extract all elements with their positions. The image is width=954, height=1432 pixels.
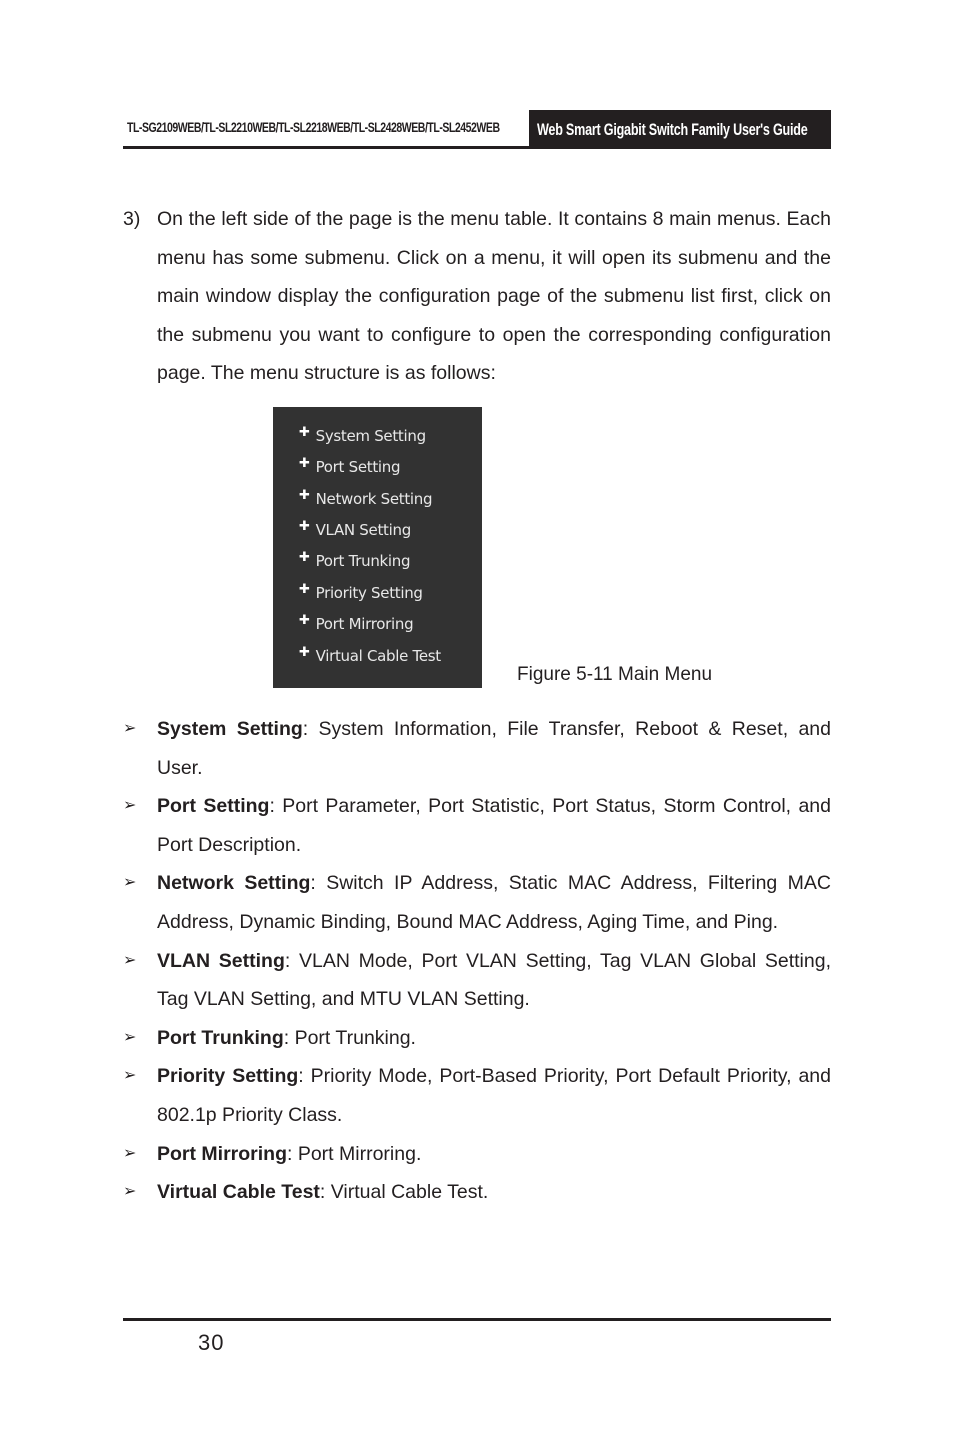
- plus-icon: ✚: [299, 612, 310, 628]
- description-term: System Setting: [157, 718, 303, 740]
- menu-item-label: Network Setting: [315, 490, 433, 508]
- footer-rule: [123, 1318, 831, 1321]
- menu-item-system-setting[interactable]: ✚ System Setting: [299, 422, 426, 450]
- menu-item-label: Port Trunking: [315, 552, 411, 570]
- arrow-bullet-icon: ➢: [123, 720, 137, 737]
- menu-item-label: Virtual Cable Test: [315, 647, 442, 665]
- description-priority-setting: ➢ Priority Setting: Priority Mode, Port-…: [123, 1057, 831, 1134]
- arrow-bullet-icon: ➢: [123, 1144, 137, 1162]
- menu-item-label: System Setting: [315, 427, 427, 445]
- plus-icon: ✚: [299, 581, 310, 597]
- header-title-box: Web Smart Gigabit Switch Family User's G…: [529, 110, 831, 148]
- plus-icon: ✚: [299, 424, 310, 440]
- intro-number: 3): [123, 208, 141, 230]
- description-virtual-cable-test: ➢ Virtual Cable Test: Virtual Cable Test…: [123, 1173, 831, 1212]
- description-term: Priority Setting: [157, 1065, 299, 1088]
- menu-item-port-trunking[interactable]: ✚ Port Trunking: [299, 547, 411, 575]
- menu-item-priority-setting[interactable]: ✚ Priority Setting: [299, 579, 423, 607]
- arrow-bullet-icon: ➢: [123, 1028, 137, 1046]
- main-menu-figure: ✚ System Setting ✚ Port Setting ✚ Networ…: [273, 407, 482, 688]
- description-term: Virtual Cable Test: [157, 1181, 320, 1204]
- arrow-bullet-icon: ➢: [123, 1183, 137, 1201]
- description-term: Port Setting: [157, 795, 270, 818]
- description-port-trunking: ➢ Port Trunking: Port Trunking.: [123, 1019, 831, 1058]
- plus-icon: ✚: [299, 518, 310, 534]
- arrow-bullet-icon: ➢: [123, 797, 137, 815]
- menu-item-label: Priority Setting: [315, 584, 423, 602]
- menu-item-label: Port Mirroring: [315, 615, 414, 633]
- menu-item-label: Port Setting: [315, 458, 401, 476]
- arrow-bullet-icon: ➢: [123, 951, 137, 969]
- arrow-bullet-icon: ➢: [123, 1067, 137, 1085]
- menu-item-network-setting[interactable]: ✚ Network Setting: [299, 485, 433, 513]
- figure-caption: Figure 5-11 Main Menu: [517, 664, 713, 685]
- description-text: : Port Mirroring.: [287, 1142, 422, 1165]
- description-term: Port Trunking: [157, 1026, 284, 1049]
- description-term: Port Mirroring: [157, 1142, 287, 1165]
- header-rule: [123, 146, 831, 149]
- description-system-setting: ➢ System Setting: System Information, Fi…: [123, 710, 831, 787]
- menu-item-label: VLAN Setting: [315, 521, 412, 539]
- description-term: Network Setting: [157, 872, 311, 895]
- menu-item-port-setting[interactable]: ✚ Port Setting: [299, 453, 401, 481]
- arrow-bullet-icon: ➢: [123, 874, 137, 892]
- menu-item-virtual-cable-test[interactable]: ✚ Virtual Cable Test: [299, 642, 441, 670]
- description-port-mirroring: ➢ Port Mirroring: Port Mirroring.: [123, 1135, 831, 1174]
- plus-icon: ✚: [299, 455, 310, 471]
- header-models: TL-SG2109WEB/TL-SL2210WEB/TL-SL2218WEB/T…: [127, 120, 500, 135]
- description-vlan-setting: ➢ VLAN Setting: VLAN Mode, Port VLAN Set…: [123, 942, 831, 1019]
- menu-item-vlan-setting[interactable]: ✚ VLAN Setting: [299, 516, 411, 544]
- description-text: : Virtual Cable Test.: [319, 1181, 489, 1204]
- menu-item-port-mirroring[interactable]: ✚ Port Mirroring: [299, 610, 414, 638]
- description-port-setting: ➢ Port Setting: Port Parameter, Port Sta…: [123, 787, 831, 864]
- description-text: : Port Trunking.: [283, 1026, 416, 1049]
- page-header: TL-SG2109WEB/TL-SL2210WEB/TL-SL2218WEB/T…: [123, 110, 831, 150]
- intro-text: On the left side of the page is the menu…: [157, 208, 831, 385]
- plus-icon: ✚: [299, 549, 310, 565]
- intro-paragraph: 3) On the left side of the page is the m…: [123, 200, 831, 393]
- plus-icon: ✚: [299, 487, 310, 503]
- menu-descriptions: ➢ System Setting: System Information, Fi…: [123, 710, 831, 1212]
- header-title: Web Smart Gigabit Switch Family User's G…: [537, 120, 808, 139]
- description-term: VLAN Setting: [157, 949, 285, 972]
- description-network-setting: ➢ Network Setting: Switch IP Address, St…: [123, 864, 831, 941]
- plus-icon: ✚: [299, 644, 310, 660]
- page-number: 30: [198, 1330, 225, 1355]
